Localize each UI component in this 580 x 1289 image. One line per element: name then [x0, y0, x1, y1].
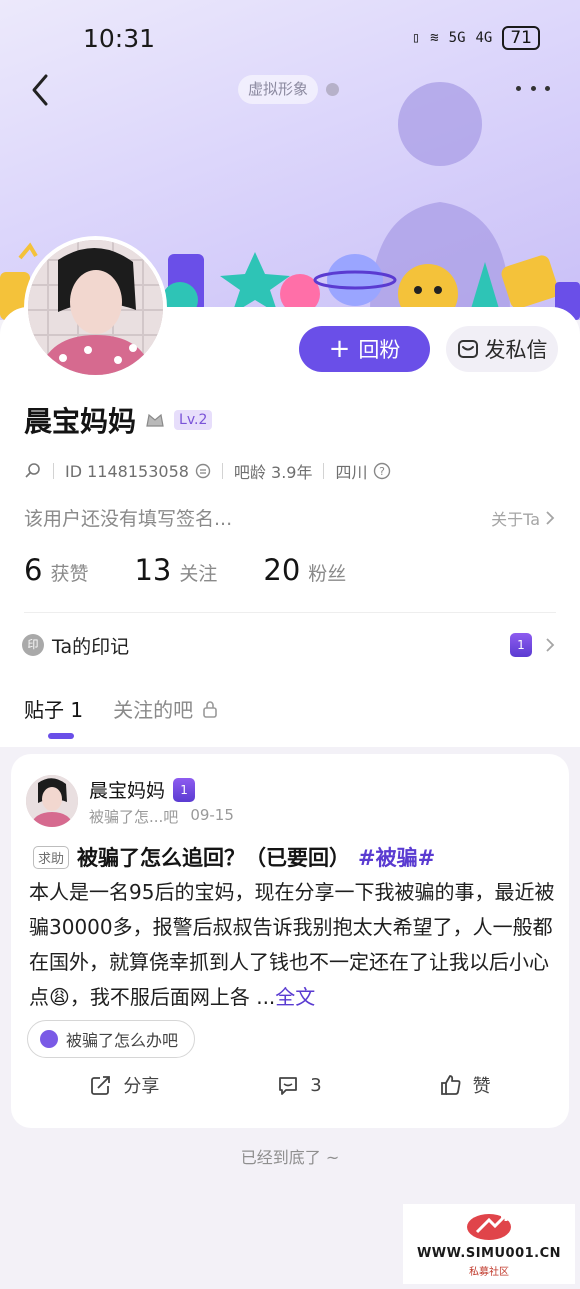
- stat-number: 20: [263, 553, 301, 587]
- post-forum[interactable]: 被骗了怎...吧: [89, 806, 178, 827]
- signal-4g-icon: 4G: [475, 30, 493, 46]
- lock-icon: [203, 700, 217, 718]
- share-button[interactable]: 分享: [89, 1072, 159, 1098]
- profile-avatar[interactable]: [24, 236, 167, 379]
- plus-icon: +: [328, 334, 351, 364]
- imprint-row[interactable]: 印 Ta的印记 1: [22, 625, 556, 665]
- stat-label: 关注: [179, 563, 218, 585]
- post-title: 被骗了怎么追回？（已要回）: [77, 846, 351, 870]
- post-avatar-photo: [26, 775, 78, 827]
- thumbs-up-icon: [440, 1075, 461, 1095]
- user-id: ID 1148153058: [65, 461, 189, 481]
- avatar-tag-dot: [326, 83, 339, 96]
- stat-following[interactable]: 13 关注: [134, 553, 217, 587]
- like-button[interactable]: 赞: [439, 1072, 491, 1098]
- stat-number: 13: [134, 553, 172, 587]
- more-dot-icon: [545, 85, 550, 91]
- vibrate-icon: ▯: [411, 30, 421, 46]
- medal-icon: 1: [510, 633, 532, 657]
- comment-button[interactable]: 3: [276, 1072, 322, 1098]
- post-actions: 分享 3 赞: [11, 1072, 569, 1098]
- post-author-avatar[interactable]: [26, 775, 78, 827]
- post-card[interactable]: 晨宝妈妈 1 被骗了怎...吧 09-15 求助 被骗了怎么追回？（已要回） #…: [11, 754, 569, 1128]
- comment-icon: [279, 1077, 298, 1095]
- stat-fans[interactable]: 20 粉丝: [263, 553, 346, 587]
- level-badge[interactable]: Lv.2: [174, 410, 213, 430]
- search-icon: [25, 463, 40, 478]
- user-signature: 该用户还没有填写签名...: [24, 508, 233, 530]
- wifi-icon: ≋: [430, 30, 439, 46]
- about-label: 关于Ta: [491, 509, 540, 529]
- tab-followed-bars-label: 关注的吧: [113, 698, 194, 722]
- comment-count: 3: [310, 1074, 322, 1096]
- share-icon: [91, 1076, 111, 1095]
- name-row: 晨宝妈妈 Lv.2: [24, 400, 213, 440]
- imprint-right: 1: [510, 633, 556, 657]
- virtual-avatar-tag[interactable]: 虚拟形象: [238, 75, 319, 104]
- post-meta: 被骗了怎...吧 09-15: [89, 806, 234, 827]
- meta-separator: [53, 463, 54, 479]
- stat-label: 获赞: [50, 563, 89, 585]
- battery-icon: 71: [502, 26, 540, 50]
- stat-label: 粉丝: [308, 563, 347, 585]
- profile-name: 晨宝妈妈: [24, 405, 137, 438]
- section-divider: [24, 612, 556, 613]
- stats-row: 6 获赞 13 关注 20 粉丝: [24, 553, 392, 587]
- post-author-row: 晨宝妈妈 1: [89, 776, 196, 803]
- post-body: 本人是一名95后的宝妈，现在分享一下我被骗的事，最近被骗30000多，报警后叔叔…: [29, 875, 557, 1015]
- forum-chip[interactable]: 被骗了怎么办吧: [27, 1020, 196, 1058]
- help-icon[interactable]: ?: [373, 462, 391, 480]
- follow-back-label: 回粉: [358, 338, 401, 362]
- like-label: 赞: [472, 1076, 491, 1097]
- stat-number: 6: [24, 553, 43, 587]
- bar-age: 吧龄 3.9年: [233, 463, 313, 482]
- meta-separator: [221, 463, 223, 479]
- svg-text:?: ?: [380, 465, 386, 478]
- post-date: 09-15: [190, 806, 234, 824]
- avatar-photo: [28, 240, 163, 375]
- forum-chip-label: 被骗了怎么办吧: [66, 1031, 179, 1050]
- status-icons: ▯ ≋ 5G 4G 71: [412, 26, 540, 50]
- site-watermark: WWW.SIMU001.CN 私募社区: [403, 1204, 575, 1284]
- signature-row: 该用户还没有填写签名... 关于Ta: [24, 504, 556, 531]
- profile-tabs: 贴子 1 关注的吧: [24, 694, 219, 723]
- tab-posts-label: 贴子 1: [24, 698, 84, 722]
- status-time: 10:31: [83, 24, 156, 53]
- crown-badge-icon[interactable]: [144, 409, 166, 431]
- read-more-link[interactable]: 全文: [275, 985, 315, 1009]
- tab-posts[interactable]: 贴子 1: [24, 694, 83, 723]
- end-of-list-note: 已经到底了 ~: [240, 1148, 340, 1167]
- share-label: 分享: [123, 1076, 160, 1097]
- imprint-icon: 印: [22, 634, 44, 656]
- post-author-name[interactable]: 晨宝妈妈: [89, 776, 165, 803]
- copy-icon[interactable]: [195, 463, 211, 479]
- post-title-row: 求助 被骗了怎么追回？（已要回） #被骗#: [33, 842, 553, 872]
- private-message-button[interactable]: 发私信: [446, 326, 558, 372]
- stat-likes[interactable]: 6 获赞: [24, 553, 88, 587]
- location: 四川: [335, 463, 368, 482]
- message-icon: [457, 340, 478, 358]
- help-tag: 求助: [33, 845, 70, 869]
- chevron-right-icon: [546, 638, 555, 652]
- follow-back-button[interactable]: + 回粉: [299, 326, 430, 372]
- post-hashtag[interactable]: #被骗#: [358, 842, 435, 872]
- back-arrow-icon: [32, 74, 48, 106]
- signal-5g-icon: 5G: [448, 30, 466, 46]
- chevron-right-icon: [546, 510, 555, 525]
- tab-followed-bars[interactable]: 关注的吧: [113, 694, 219, 723]
- private-message-label: 发私信: [484, 338, 548, 362]
- author-medal-icon: 1: [173, 777, 196, 802]
- watermark-url: WWW.SIMU001.CN: [416, 1246, 562, 1261]
- forum-icon: [40, 1030, 58, 1048]
- tab-active-indicator: [48, 733, 74, 739]
- watermark-subtitle: 私募社区: [469, 1267, 509, 1278]
- imprint-left: 印 Ta的印记: [22, 632, 129, 659]
- about-link[interactable]: 关于Ta: [491, 506, 556, 530]
- imprint-label: Ta的印记: [52, 635, 130, 658]
- profile-meta-row: ID 1148153058 吧龄 3.9年 四川 ?: [24, 459, 391, 483]
- meta-separator: [323, 463, 325, 479]
- watermark-logo-icon: [467, 1214, 511, 1240]
- back-button[interactable]: [22, 68, 62, 112]
